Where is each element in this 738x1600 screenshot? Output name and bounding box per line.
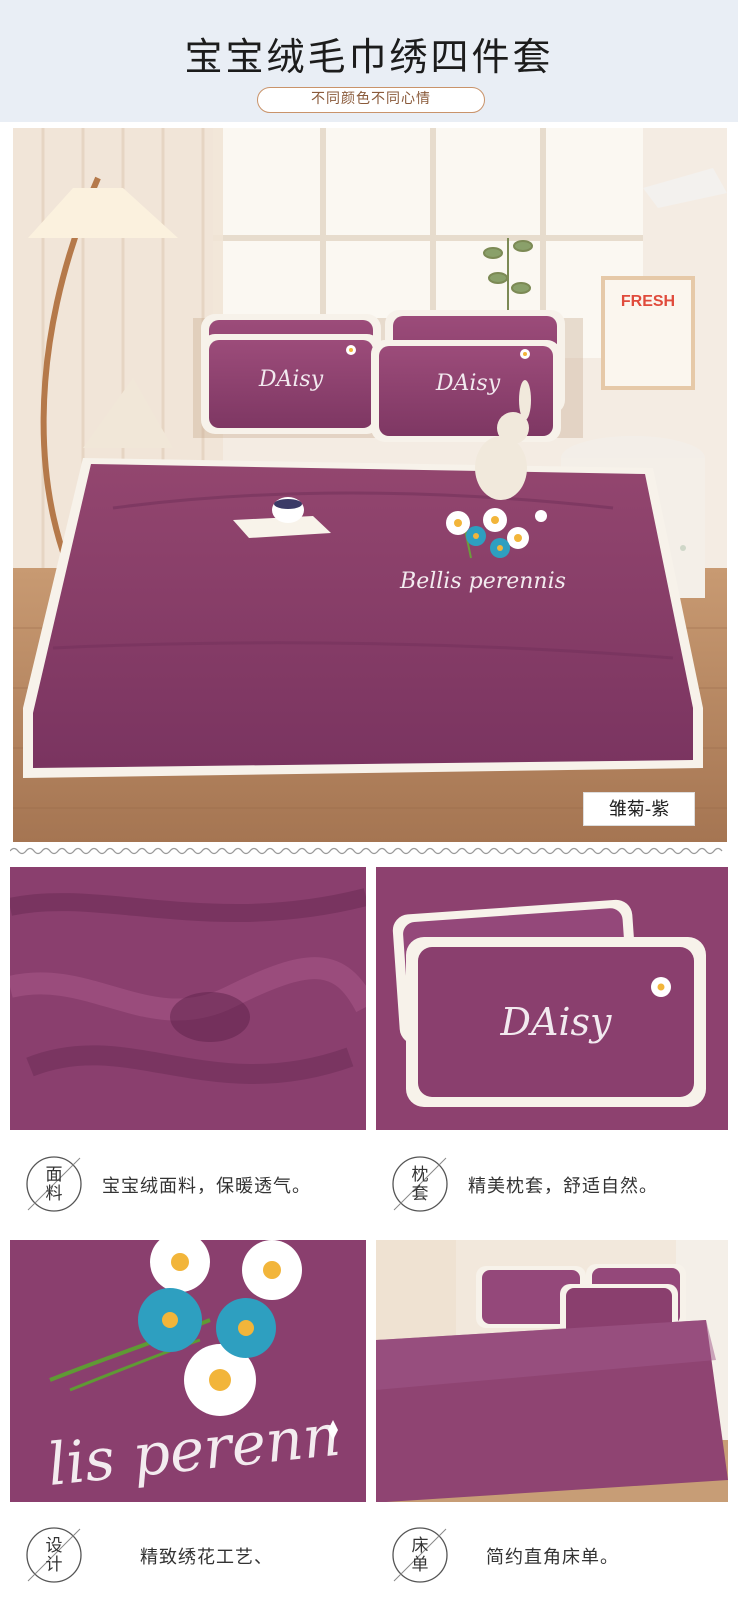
hero-bedroom-scene: FRESH DAisy DAisy Bellis perennis: [13, 128, 727, 842]
feature-text-pillowcase: 精美枕套，舒适自然。: [468, 1176, 658, 1197]
badge-char-bottom: 单: [411, 1555, 429, 1575]
feature-pillowcase: 枕 套 精美枕套，舒适自然。: [376, 1152, 728, 1216]
bedsheet-photo: [376, 1240, 728, 1502]
badge-char-bottom: 计: [45, 1555, 63, 1575]
detail-pillow-logo: DAisy: [499, 1000, 612, 1044]
badge-char-bottom: 料: [45, 1184, 63, 1204]
feature-badge-bedsheet: 床 单: [390, 1525, 450, 1585]
page-title: 宝宝绒毛巾绣四件套: [184, 35, 554, 79]
feature-design: 设 计 精致绣花工艺、: [10, 1523, 366, 1587]
wavy-divider: [10, 847, 723, 855]
hero-product-image: FRESH DAisy DAisy Bellis perennis: [13, 128, 727, 842]
badge-char-top: 枕: [411, 1165, 429, 1185]
fabric-closeup-photo: [10, 867, 366, 1130]
badge-char-bottom: 套: [411, 1184, 429, 1204]
hero-embroidery-text: Bellis perennis: [399, 569, 566, 594]
feature-bedsheet: 床 单 简约直角床单。: [376, 1523, 728, 1587]
feature-badge-design: 设 计: [24, 1525, 84, 1585]
feature-text-bedsheet: 简约直角床单。: [486, 1547, 619, 1568]
feature-badge-fabric: 面 料: [24, 1154, 84, 1214]
pillow-logo-left: DAisy: [258, 367, 324, 392]
embroidery-closeup-photo: lis perenn: [10, 1240, 366, 1502]
feature-text-design: 精致绣花工艺、: [140, 1547, 273, 1568]
pillowcase-photo: DAisy: [376, 867, 728, 1130]
color-variant-tag: 雏菊-紫: [583, 792, 695, 826]
feature-text-fabric: 宝宝绒面料，保暖透气。: [102, 1176, 311, 1197]
feature-fabric: 面 料 宝宝绒面料，保暖透气。: [10, 1152, 366, 1216]
pillow-logo-right: DAisy: [435, 371, 501, 396]
subtitle-pill: 不同颜色不同心情: [257, 87, 485, 113]
badge-char-top: 设: [45, 1536, 63, 1556]
badge-char-top: 面: [45, 1165, 63, 1185]
feature-badge-pillowcase: 枕 套: [390, 1154, 450, 1214]
poster-text: FRESH: [621, 293, 675, 310]
badge-char-top: 床: [411, 1536, 429, 1556]
page-header: 宝宝绒毛巾绣四件套 不同颜色不同心情: [0, 0, 738, 122]
